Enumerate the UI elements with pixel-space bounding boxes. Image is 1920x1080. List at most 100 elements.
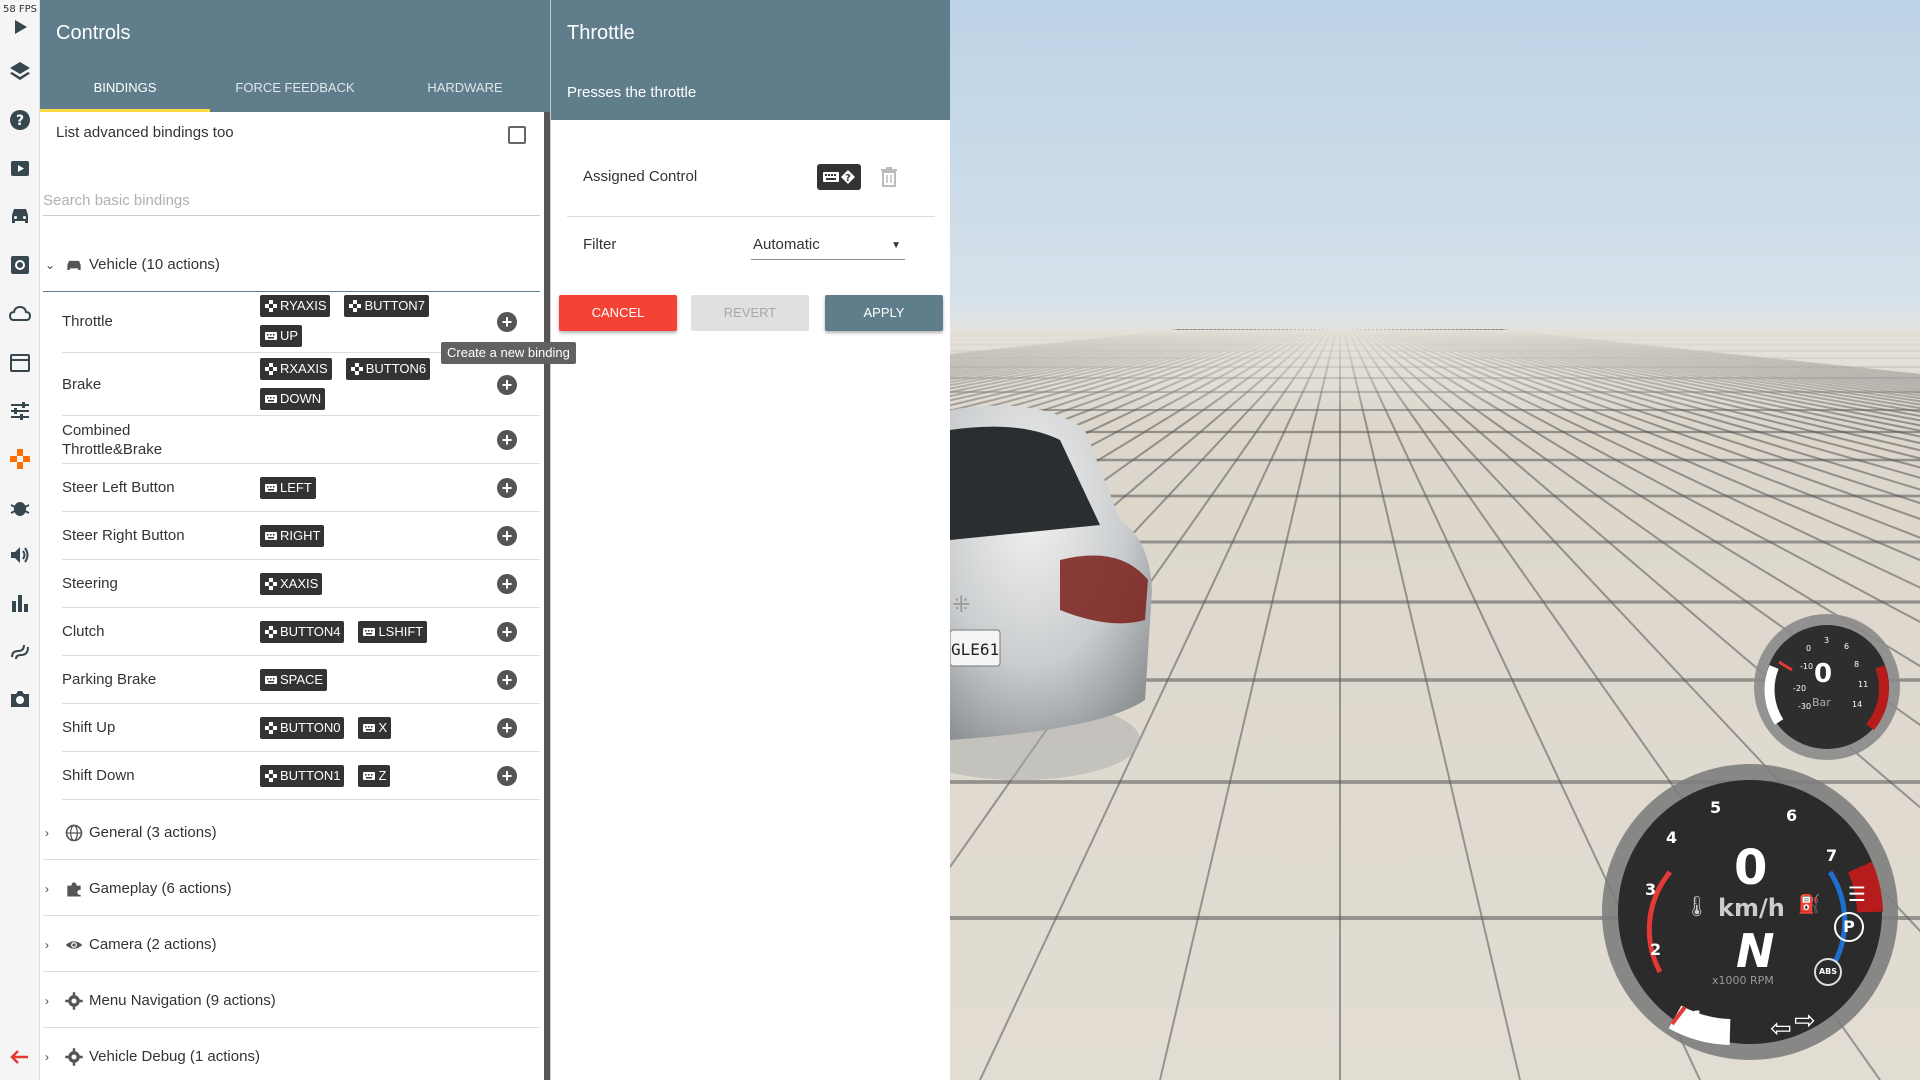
binding-chip[interactable]: RXAXIS bbox=[260, 358, 332, 380]
advanced-bindings-checkbox[interactable] bbox=[508, 126, 526, 144]
add-binding-button[interactable]: + bbox=[497, 766, 517, 786]
binding-chip[interactable]: XAXIS bbox=[260, 573, 323, 595]
binding-chip[interactable]: BUTTON1 bbox=[260, 765, 345, 787]
cloud-icon[interactable] bbox=[7, 301, 33, 327]
gamepad-icon bbox=[264, 722, 278, 734]
action-row[interactable]: Steer Right Button RIGHT + bbox=[62, 512, 540, 560]
add-binding-button[interactable]: + bbox=[497, 478, 517, 498]
binding-chip[interactable]: X bbox=[358, 717, 392, 739]
svg-text:⁜: ⁜ bbox=[952, 593, 970, 618]
tab-hardware[interactable]: Hardware bbox=[380, 76, 550, 112]
gamepad-icon[interactable] bbox=[7, 446, 33, 472]
group-label: Camera (2 actions) bbox=[89, 936, 217, 953]
rpm-tick: 4 bbox=[1666, 828, 1678, 847]
options-icon[interactable] bbox=[7, 398, 33, 424]
group-camera[interactable]: › Camera (2 actions) bbox=[43, 918, 540, 972]
add-binding-button[interactable]: + bbox=[497, 311, 517, 332]
binding-chip[interactable]: BUTTON7 bbox=[344, 295, 429, 317]
binding-chip[interactable]: RIGHT bbox=[260, 525, 325, 547]
apps-icon[interactable] bbox=[7, 350, 33, 376]
boost-tick: 14 bbox=[1852, 700, 1863, 709]
gamepad-icon bbox=[264, 626, 278, 638]
add-binding-button[interactable]: + bbox=[497, 526, 517, 546]
binding-chip[interactable]: RYAXIS bbox=[260, 295, 331, 317]
debug-icon[interactable] bbox=[7, 494, 33, 520]
tab-force-feedback[interactable]: Force Feedback bbox=[210, 76, 380, 112]
detail-title: Throttle bbox=[567, 22, 635, 44]
binding-chip-label: BUTTON7 bbox=[364, 298, 425, 313]
help-icon[interactable]: ? bbox=[7, 107, 33, 133]
binding-chip[interactable]: UP bbox=[260, 325, 303, 347]
add-binding-button[interactable]: + bbox=[497, 670, 517, 690]
track-builder-icon[interactable] bbox=[7, 638, 33, 664]
assigned-control-chip[interactable]: ? bbox=[817, 164, 861, 190]
group-vehicle[interactable]: ⌄ Vehicle (10 actions) bbox=[43, 238, 540, 292]
binding-chip[interactable]: SPACE bbox=[260, 669, 328, 691]
binding-chip-label: X bbox=[378, 720, 388, 735]
scenario-icon[interactable] bbox=[7, 155, 33, 181]
back-arrow-icon[interactable] bbox=[7, 1044, 33, 1070]
layers-icon[interactable] bbox=[7, 58, 33, 84]
action-row[interactable]: Shift Down BUTTON1 Z + bbox=[62, 752, 540, 800]
speed-value: 0 bbox=[1734, 840, 1768, 896]
add-binding-button[interactable]: + bbox=[497, 430, 517, 450]
assigned-control-label: Assigned Control bbox=[583, 168, 698, 185]
boost-tick: -10 bbox=[1800, 662, 1814, 671]
delete-icon[interactable] bbox=[879, 166, 899, 188]
gamepad-icon bbox=[264, 363, 278, 375]
binding-chip[interactable]: LSHIFT bbox=[358, 621, 428, 643]
binding-chip[interactable]: LEFT bbox=[260, 477, 316, 499]
boost-tick: 8 bbox=[1854, 660, 1860, 669]
group-menu-navigation[interactable]: › Menu Navigation (9 actions) bbox=[43, 974, 540, 1028]
action-label: Steer Right Button bbox=[62, 527, 185, 544]
binding-chip-label: UP bbox=[280, 328, 299, 343]
binding-chip-label: RIGHT bbox=[280, 528, 321, 543]
cancel-button[interactable]: Cancel bbox=[559, 295, 677, 331]
search-input[interactable] bbox=[43, 186, 540, 216]
binding-chip[interactable]: BUTTON4 bbox=[260, 621, 345, 643]
add-binding-button[interactable]: + bbox=[497, 374, 517, 395]
controls-panel: Controls Bindings Force Feedback Hardwar… bbox=[40, 0, 550, 1080]
divider bbox=[567, 216, 935, 217]
binding-detail-panel: Throttle Presses the throttle Assigned C… bbox=[550, 0, 950, 1080]
group-label: Vehicle (10 actions) bbox=[89, 256, 220, 273]
group-general[interactable]: › General (3 actions) bbox=[43, 806, 540, 860]
stats-icon[interactable] bbox=[7, 590, 33, 616]
add-binding-button[interactable]: + bbox=[497, 718, 517, 738]
action-row[interactable]: Parking Brake SPACE + bbox=[62, 656, 540, 704]
advanced-bindings-row[interactable]: List advanced bindings too bbox=[56, 124, 526, 152]
binding-chip-label: XAXIS bbox=[280, 576, 319, 591]
action-row[interactable]: Steer Left Button LEFT + bbox=[62, 464, 540, 512]
binding-chip[interactable]: BUTTON0 bbox=[260, 717, 345, 739]
binding-chips: RIGHT bbox=[260, 525, 470, 547]
revert-button[interactable]: Revert bbox=[691, 295, 809, 331]
camera-icon[interactable] bbox=[7, 686, 33, 712]
binding-chip[interactable]: DOWN bbox=[260, 388, 326, 410]
detail-header: Throttle Presses the throttle bbox=[551, 0, 950, 120]
action-row[interactable]: Combined Throttle&Brake + bbox=[62, 416, 540, 464]
play-icon[interactable] bbox=[7, 14, 33, 40]
action-label: Steer Left Button bbox=[62, 479, 175, 496]
add-binding-button[interactable]: + bbox=[497, 574, 517, 594]
group-label: Gameplay (6 actions) bbox=[89, 880, 232, 897]
binding-chips: SPACE bbox=[260, 669, 470, 691]
binding-chip[interactable]: BUTTON6 bbox=[345, 358, 431, 380]
group-label: Vehicle Debug (1 actions) bbox=[89, 1048, 260, 1065]
apply-button[interactable]: Apply bbox=[825, 295, 943, 331]
action-row[interactable]: Shift Up BUTTON0 X + bbox=[62, 704, 540, 752]
action-row[interactable]: Clutch BUTTON4 LSHIFT + bbox=[62, 608, 540, 656]
group-gameplay[interactable]: › Gameplay (6 actions) bbox=[43, 862, 540, 916]
group-vehicle-debug[interactable]: › Vehicle Debug (1 actions) bbox=[43, 1030, 540, 1080]
binding-chip[interactable]: Z bbox=[358, 765, 391, 787]
vehicle-config-icon[interactable] bbox=[7, 252, 33, 278]
tab-bindings[interactable]: Bindings bbox=[40, 76, 210, 112]
binding-chip-label: SPACE bbox=[280, 672, 324, 687]
action-label: Throttle bbox=[62, 312, 113, 330]
add-binding-button[interactable]: + bbox=[497, 622, 517, 642]
vehicle-icon[interactable] bbox=[7, 203, 33, 229]
keyboard-icon bbox=[362, 722, 376, 734]
gamepad-icon bbox=[348, 300, 362, 312]
filter-select[interactable]: Automatic ▼ bbox=[751, 236, 905, 260]
action-row[interactable]: Steering XAXIS + bbox=[62, 560, 540, 608]
sound-icon[interactable] bbox=[7, 542, 33, 568]
